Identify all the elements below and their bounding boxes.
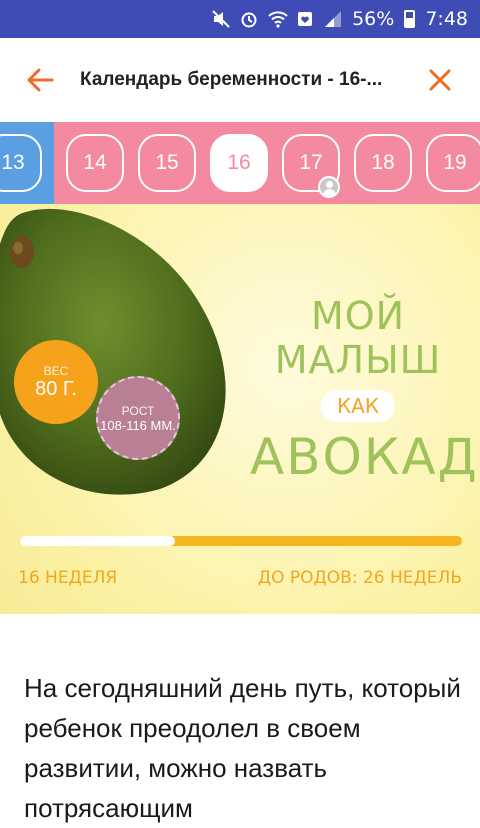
week-label: 13 xyxy=(1,151,25,174)
back-button[interactable] xyxy=(0,38,80,122)
close-button[interactable] xyxy=(400,38,480,122)
tagline-line2: КАК xyxy=(320,390,396,422)
week-label: 19 xyxy=(443,151,467,174)
weight-value: 80 Г. xyxy=(35,377,77,400)
week-item-19[interactable]: 19 xyxy=(426,134,480,192)
page-title: Календарь беременности - 16-... xyxy=(80,69,383,90)
close-icon xyxy=(429,69,451,91)
weight-badge: ВЕС 80 Г. xyxy=(14,340,98,424)
height-value: 108-116 ММ. xyxy=(100,417,176,433)
week-label: 14 xyxy=(83,151,107,174)
article-text: На сегодняшний день путь, который ребено… xyxy=(24,673,461,823)
status-bar: 56% 7:48 xyxy=(0,0,480,38)
user-lock-icon xyxy=(318,176,340,198)
week-label: 18 xyxy=(371,151,395,174)
week-label: 17 xyxy=(299,151,323,174)
alarm-icon xyxy=(240,10,258,28)
battery-icon xyxy=(404,10,416,28)
mute-icon xyxy=(212,10,230,28)
tagline-line3: АВОКАДО xyxy=(250,428,480,486)
week-item-16-current[interactable]: 16 xyxy=(210,134,268,192)
week-item-13[interactable]: 13 xyxy=(0,134,42,192)
app-bar: Календарь беременности - 16-... xyxy=(0,38,480,122)
week-selector: 13 14 15 16 17 18 19 xyxy=(0,122,480,204)
arrow-left-icon xyxy=(27,68,54,92)
fetal-size-banner: ВЕС 80 Г. РОСТ 108-116 ММ. МОЙ МАЛЫШ КАК… xyxy=(0,204,480,614)
current-week-label: 16 НЕДЕЛЯ xyxy=(18,568,118,588)
week-label: 16 xyxy=(227,151,251,174)
week-item-17[interactable]: 17 xyxy=(282,134,340,198)
progress-fill xyxy=(20,536,175,546)
week-item-18[interactable]: 18 xyxy=(354,134,412,192)
signal-icon xyxy=(324,10,342,28)
weight-label: ВЕС xyxy=(43,363,69,378)
notification-icon xyxy=(296,10,314,28)
week-item-15[interactable]: 15 xyxy=(138,134,196,192)
weeks-remaining-label: ДО РОДОВ: 26 НЕДЕЛЬ xyxy=(257,568,462,588)
height-label: РОСТ xyxy=(121,403,155,418)
tagline-line1: МОЙ МАЛЫШ xyxy=(274,294,442,382)
status-time: 7:48 xyxy=(425,8,468,30)
height-badge: РОСТ 108-116 ММ. xyxy=(96,376,180,460)
pregnancy-progress-bar xyxy=(20,536,462,546)
wifi-icon xyxy=(268,10,288,28)
week-label: 15 xyxy=(155,151,179,174)
battery-percent: 56% xyxy=(352,8,395,30)
size-comparison-text: МОЙ МАЛЫШ КАК АВОКАДО xyxy=(250,294,480,486)
week-item-14[interactable]: 14 xyxy=(66,134,124,192)
